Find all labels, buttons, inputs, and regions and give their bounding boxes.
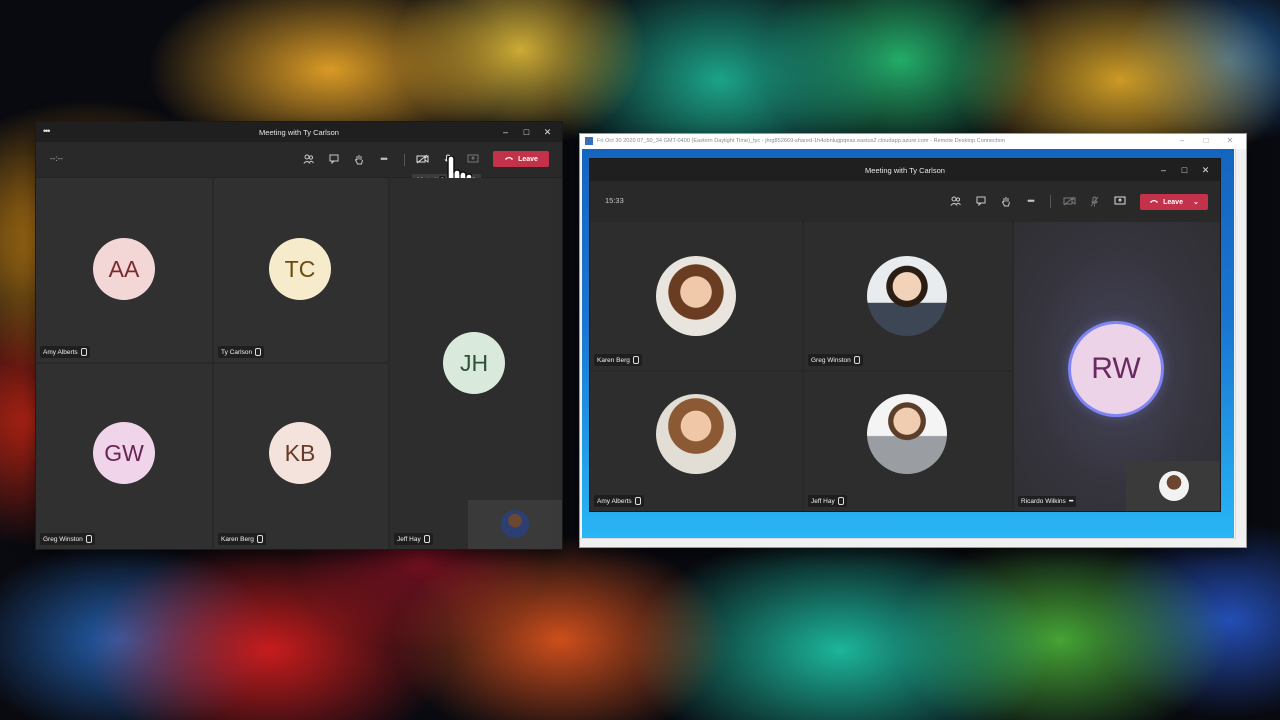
window-titlebar: Meeting with Ty Carlson – □ ✕ (590, 159, 1220, 181)
participant-tile[interactable]: KB Karen Berg (214, 364, 388, 549)
participant-name-label: Jeff Hay (808, 495, 847, 507)
toolbar-divider (404, 154, 405, 166)
rdp-title: Fri Oct 30 2020 07_50_34 GMT-0400 (Easte… (597, 138, 1005, 144)
minimize-icon[interactable]: – (1170, 136, 1194, 145)
participant-grid: AA Amy Alberts TC Ty Carlson JH Jeff Hay… (36, 178, 562, 549)
self-avatar (1159, 471, 1189, 501)
camera-off-icon[interactable] (1057, 193, 1082, 209)
mic-icon (634, 497, 641, 505)
mic-icon (256, 535, 263, 543)
self-avatar (501, 510, 529, 538)
self-view (468, 500, 562, 549)
chat-icon[interactable] (968, 193, 993, 209)
speaking-avatar: RW (1071, 324, 1161, 414)
raise-hand-icon[interactable] (993, 193, 1018, 209)
leave-button[interactable]: Leave ⌄ (1140, 194, 1208, 210)
participants-icon[interactable] (943, 193, 968, 209)
participant-name-label: Amy Alberts (40, 346, 90, 358)
meeting-timer: 15:33 (605, 196, 624, 205)
leave-button[interactable]: Leave (493, 151, 549, 167)
mic-icon (632, 356, 639, 364)
meeting-actions: ••• (943, 193, 1043, 209)
phone-hangup-icon (1149, 198, 1159, 206)
teams-meeting-window-remote: Meeting with Ty Carlson – □ ✕ 15:33 ••• … (590, 159, 1220, 511)
window-controls: – □ ✕ (1153, 163, 1216, 177)
participant-name-label: Greg Winston (40, 533, 95, 545)
self-view (1126, 461, 1220, 511)
maximize-icon[interactable]: □ (516, 125, 537, 139)
avatar: JH (443, 332, 505, 394)
meeting-toolbar: 15:33 ••• Leave ⌄ (590, 181, 1220, 223)
participant-name-label: Ty Carlson (218, 346, 265, 358)
participant-tile[interactable]: Karen Berg (590, 222, 802, 370)
participant-photo (656, 394, 736, 474)
participant-tile[interactable]: JH Jeff Hay (390, 178, 562, 549)
participants-icon[interactable] (296, 151, 321, 167)
window-controls: – □ ✕ (495, 125, 558, 139)
participant-photo (867, 256, 947, 336)
teams-meeting-window-local: ••• Meeting with Ty Carlson – □ ✕ --:-- … (36, 122, 562, 549)
more-actions-icon[interactable]: ••• (371, 151, 396, 167)
minimize-icon[interactable]: – (1153, 163, 1174, 177)
close-icon[interactable]: ✕ (537, 125, 558, 139)
participant-tile[interactable]: AA Amy Alberts (36, 178, 212, 362)
window-titlebar: ••• Meeting with Ty Carlson – □ ✕ (36, 122, 562, 142)
more-actions-icon[interactable]: ••• (1018, 193, 1043, 209)
participant-tile[interactable]: Jeff Hay (804, 372, 1012, 511)
maximize-icon[interactable]: □ (1174, 163, 1195, 177)
maximize-icon[interactable]: □ (1194, 136, 1218, 145)
participant-name-label: Amy Alberts (594, 495, 644, 507)
rdp-window-controls: – □ ✕ (1170, 136, 1242, 145)
leave-label: Leave (1163, 198, 1183, 206)
participant-tile[interactable]: TC Ty Carlson (214, 178, 388, 362)
av-controls (1057, 193, 1132, 209)
chat-icon[interactable] (321, 151, 346, 167)
remote-desktop-area: Meeting with Ty Carlson – □ ✕ 15:33 ••• … (582, 149, 1234, 539)
participant-tile[interactable]: Amy Alberts (590, 372, 802, 511)
window-title: Meeting with Ty Carlson (259, 128, 339, 137)
mic-icon (80, 348, 87, 356)
share-screen-icon[interactable] (1107, 193, 1132, 209)
close-icon[interactable]: ✕ (1195, 163, 1216, 177)
avatar: GW (93, 422, 155, 484)
meeting-actions: ••• (296, 151, 396, 167)
mic-icon (255, 348, 262, 356)
chevron-down-icon[interactable]: ⌄ (1193, 198, 1199, 206)
participant-name-label: Jeff Hay (394, 533, 433, 545)
meeting-toolbar: --:-- ••• Leave (36, 142, 562, 178)
avatar: KB (269, 422, 331, 484)
participant-tile[interactable]: GW Greg Winston (36, 364, 212, 549)
camera-off-icon[interactable] (410, 151, 435, 167)
meeting-timer: --:-- (50, 154, 63, 163)
participant-name-label: Karen Berg (594, 354, 642, 366)
avatar: TC (269, 238, 331, 300)
leave-label: Leave (518, 155, 538, 163)
remote-desktop-icon (585, 137, 593, 145)
close-icon[interactable]: ✕ (1218, 136, 1242, 145)
participant-tile[interactable]: Greg Winston (804, 222, 1012, 370)
participant-grid: Karen Berg Greg Winston RW Ricardo Wilki… (590, 222, 1220, 511)
mic-icon (85, 535, 92, 543)
participant-name-label: Greg Winston (808, 354, 863, 366)
participant-tile[interactable]: RW Ricardo Wilkins ••• (1014, 222, 1220, 511)
mic-icon (423, 535, 430, 543)
raise-hand-icon[interactable] (346, 151, 371, 167)
microphone-off-icon[interactable] (1082, 193, 1107, 209)
mic-icon (853, 356, 860, 364)
more-options-icon[interactable]: ••• (1069, 498, 1074, 505)
participant-photo (656, 256, 736, 336)
avatar: AA (93, 238, 155, 300)
phone-hangup-icon (504, 155, 514, 163)
mic-icon (837, 497, 844, 505)
remote-desktop-window: Fri Oct 30 2020 07_50_34 GMT-0400 (Easte… (580, 134, 1246, 547)
horizontal-scrollbar[interactable] (580, 538, 1236, 547)
participant-name-label: Karen Berg (218, 533, 266, 545)
rdp-titlebar: Fri Oct 30 2020 07_50_34 GMT-0400 (Easte… (580, 134, 1246, 149)
window-title: Meeting with Ty Carlson (865, 166, 945, 175)
participant-photo (867, 394, 947, 474)
vertical-scrollbar[interactable] (1235, 149, 1246, 539)
toolbar-divider (1050, 195, 1051, 208)
minimize-icon[interactable]: – (495, 125, 516, 139)
participant-name-label: Ricardo Wilkins ••• (1018, 496, 1076, 507)
